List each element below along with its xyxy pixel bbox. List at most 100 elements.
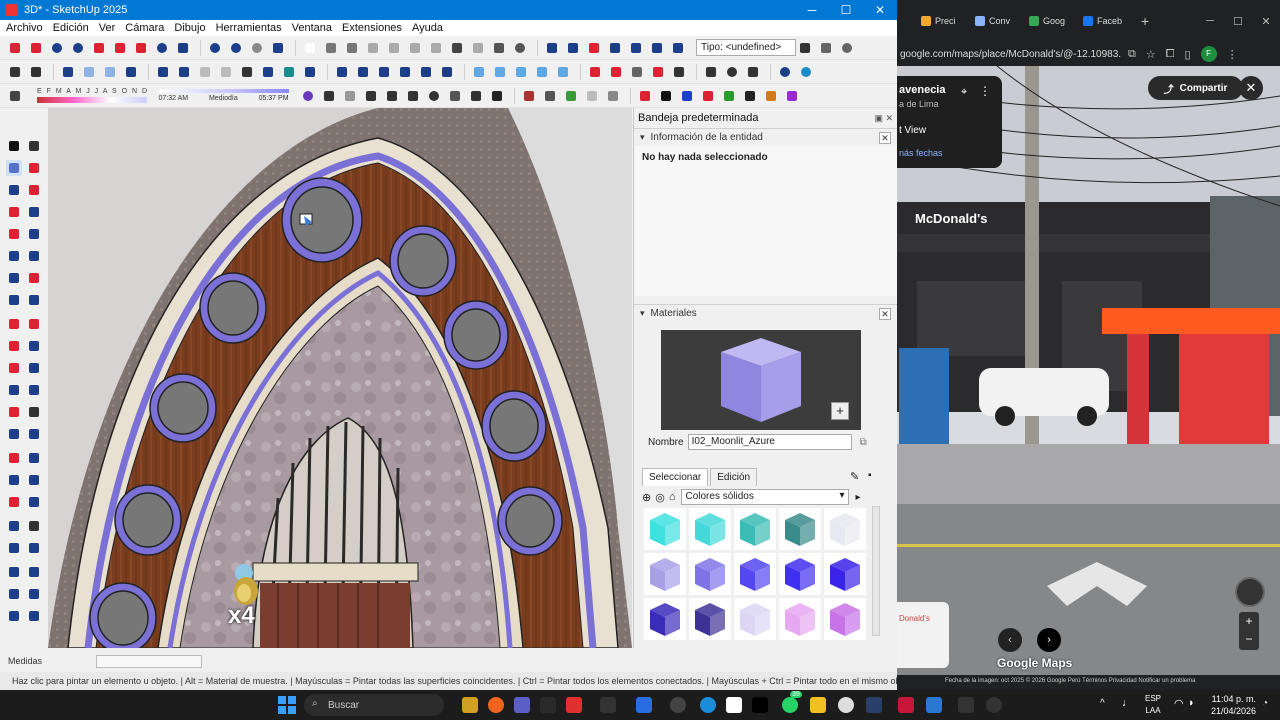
walk-icon[interactable] <box>174 39 192 57</box>
from-contours-icon[interactable] <box>783 87 801 105</box>
shadow-time-slider[interactable]: 07:32 AM Mediodía 05:37 PM <box>158 89 289 102</box>
library-select[interactable]: Colores sólidos <box>681 489 850 505</box>
dimension-icon[interactable] <box>6 404 22 420</box>
install-icon[interactable]: ⧉ <box>1128 48 1136 61</box>
layer2-icon[interactable] <box>491 63 509 81</box>
geo-location-icon[interactable] <box>838 39 856 57</box>
tag-icon[interactable] <box>6 182 22 198</box>
time-bar[interactable] <box>158 89 289 93</box>
tab-edit[interactable]: Edición <box>710 468 758 486</box>
chrome-tab[interactable]: Goog <box>1029 6 1081 36</box>
arc2-icon[interactable] <box>26 270 42 286</box>
textured-icon[interactable] <box>669 39 687 57</box>
back-icon[interactable]: ⊕ <box>642 491 651 504</box>
app-circle-icon[interactable] <box>986 697 1002 713</box>
close-streetview-button[interactable]: ✕ <box>1239 76 1263 100</box>
checkmark-icon[interactable] <box>796 39 814 57</box>
arc-icon[interactable] <box>6 270 22 286</box>
app-dark-icon[interactable] <box>958 697 974 713</box>
bookmark-star-icon[interactable]: ☆ <box>1146 48 1156 61</box>
intersect-icon[interactable] <box>26 608 42 624</box>
pin-icon[interactable]: ⌖ <box>961 86 967 99</box>
mini-map[interactable]: Donald's <box>897 602 949 668</box>
steam-icon[interactable] <box>866 697 882 713</box>
material-swatch[interactable] <box>644 553 686 595</box>
swatch-scrollbar[interactable] <box>872 506 880 636</box>
close-button[interactable]: ✕ <box>863 3 897 17</box>
solid-subtract-icon[interactable] <box>26 564 42 580</box>
in-model-icon[interactable]: ◎ <box>655 491 665 504</box>
dome-icon[interactable] <box>383 87 401 105</box>
chrome-tab[interactable]: Faceb <box>1083 6 1135 36</box>
home-icon[interactable]: ⌂ <box>669 491 676 503</box>
pie-icon[interactable] <box>26 292 42 308</box>
tray-pin-icon[interactable]: ▣ ✕ <box>874 113 893 124</box>
tipo-field[interactable]: Tipo: <undefined> <box>696 39 796 56</box>
taskbar-search[interactable]: ⌕ Buscar <box>304 694 444 716</box>
maximize-button[interactable]: ☐ <box>829 3 863 17</box>
place-card[interactable]: avenecia a de Lima t View nás fechas ⌖ ⋮ <box>897 76 1002 168</box>
flatten-icon[interactable] <box>636 87 654 105</box>
share-button[interactable]: ⤴ Compartir <box>1148 76 1243 100</box>
new-doc-icon[interactable] <box>6 63 24 81</box>
menu-extensiones[interactable]: Extensiones <box>342 22 402 34</box>
menu-edicion[interactable]: Edición <box>53 22 89 34</box>
edge-icon[interactable] <box>700 697 716 713</box>
pan-icon[interactable] <box>111 39 129 57</box>
material-swatch[interactable] <box>734 508 776 550</box>
user-icon[interactable] <box>27 63 45 81</box>
follow-me-icon[interactable] <box>26 338 42 354</box>
undo-icon[interactable] <box>448 39 466 57</box>
orbit-icon[interactable] <box>90 39 108 57</box>
new-file-icon[interactable] <box>301 39 319 57</box>
url-text[interactable]: google.com/maps/place/McDonald's/@-12.10… <box>900 49 1122 60</box>
purple-circle-icon[interactable] <box>299 87 317 105</box>
measurements-input[interactable] <box>96 654 203 668</box>
delete-icon[interactable] <box>427 39 445 57</box>
material-swatch[interactable] <box>689 553 731 595</box>
cut-icon[interactable] <box>364 39 382 57</box>
layer3-icon[interactable] <box>512 63 530 81</box>
next-arrow-icon[interactable]: › <box>1037 628 1061 652</box>
rotated-rect-icon[interactable] <box>26 226 42 242</box>
position-camera-icon[interactable] <box>132 39 150 57</box>
axes-tool-icon[interactable] <box>6 426 22 442</box>
copy-icon[interactable]: ⧉ <box>860 437 867 448</box>
orbit-tool-icon[interactable] <box>6 450 22 466</box>
app-a-icon[interactable] <box>898 697 914 713</box>
shadows-toggle-icon[interactable] <box>6 87 24 105</box>
hidden-line-icon[interactable] <box>627 39 645 57</box>
app-red-icon[interactable] <box>566 697 582 713</box>
material-swatch[interactable] <box>734 553 776 595</box>
wireframe-style-icon[interactable] <box>196 63 214 81</box>
drape-icon[interactable] <box>678 87 696 105</box>
close-icon[interactable]: ✕ <box>879 131 891 144</box>
notifications-icon[interactable]: ◔ <box>1262 698 1268 709</box>
front-view-icon[interactable] <box>101 63 119 81</box>
section-plane-icon[interactable] <box>585 39 603 57</box>
layer5-icon[interactable] <box>554 63 572 81</box>
layer-icon[interactable] <box>470 63 488 81</box>
print-icon[interactable] <box>490 39 508 57</box>
drop-icon[interactable] <box>776 63 794 81</box>
box-icon[interactable] <box>446 87 464 105</box>
redo-icon[interactable] <box>469 39 487 57</box>
material-swatch[interactable] <box>644 508 686 550</box>
textures-style-icon[interactable] <box>259 63 277 81</box>
zoom-icon[interactable] <box>48 39 66 57</box>
back-house-icon[interactable] <box>396 63 414 81</box>
components-icon[interactable] <box>227 39 245 57</box>
menu-dibujo[interactable]: Dibujo <box>174 22 205 34</box>
text-tool-icon[interactable] <box>26 404 42 420</box>
component-icon[interactable] <box>206 39 224 57</box>
eraser-icon[interactable] <box>26 160 42 176</box>
new-tab-icon[interactable]: + <box>1141 13 1149 29</box>
open-folder-icon[interactable] <box>322 39 340 57</box>
taskbar-clock[interactable]: 11:04 p. m. 21/04/2026 <box>1200 693 1256 717</box>
position-icon[interactable] <box>6 518 22 534</box>
walk-tool-icon[interactable] <box>26 518 42 534</box>
active-style-icon[interactable] <box>301 63 319 81</box>
previous-view-icon[interactable] <box>26 494 42 510</box>
wireframe-icon[interactable] <box>606 39 624 57</box>
prev-arrow-icon[interactable]: ‹ <box>998 628 1022 652</box>
